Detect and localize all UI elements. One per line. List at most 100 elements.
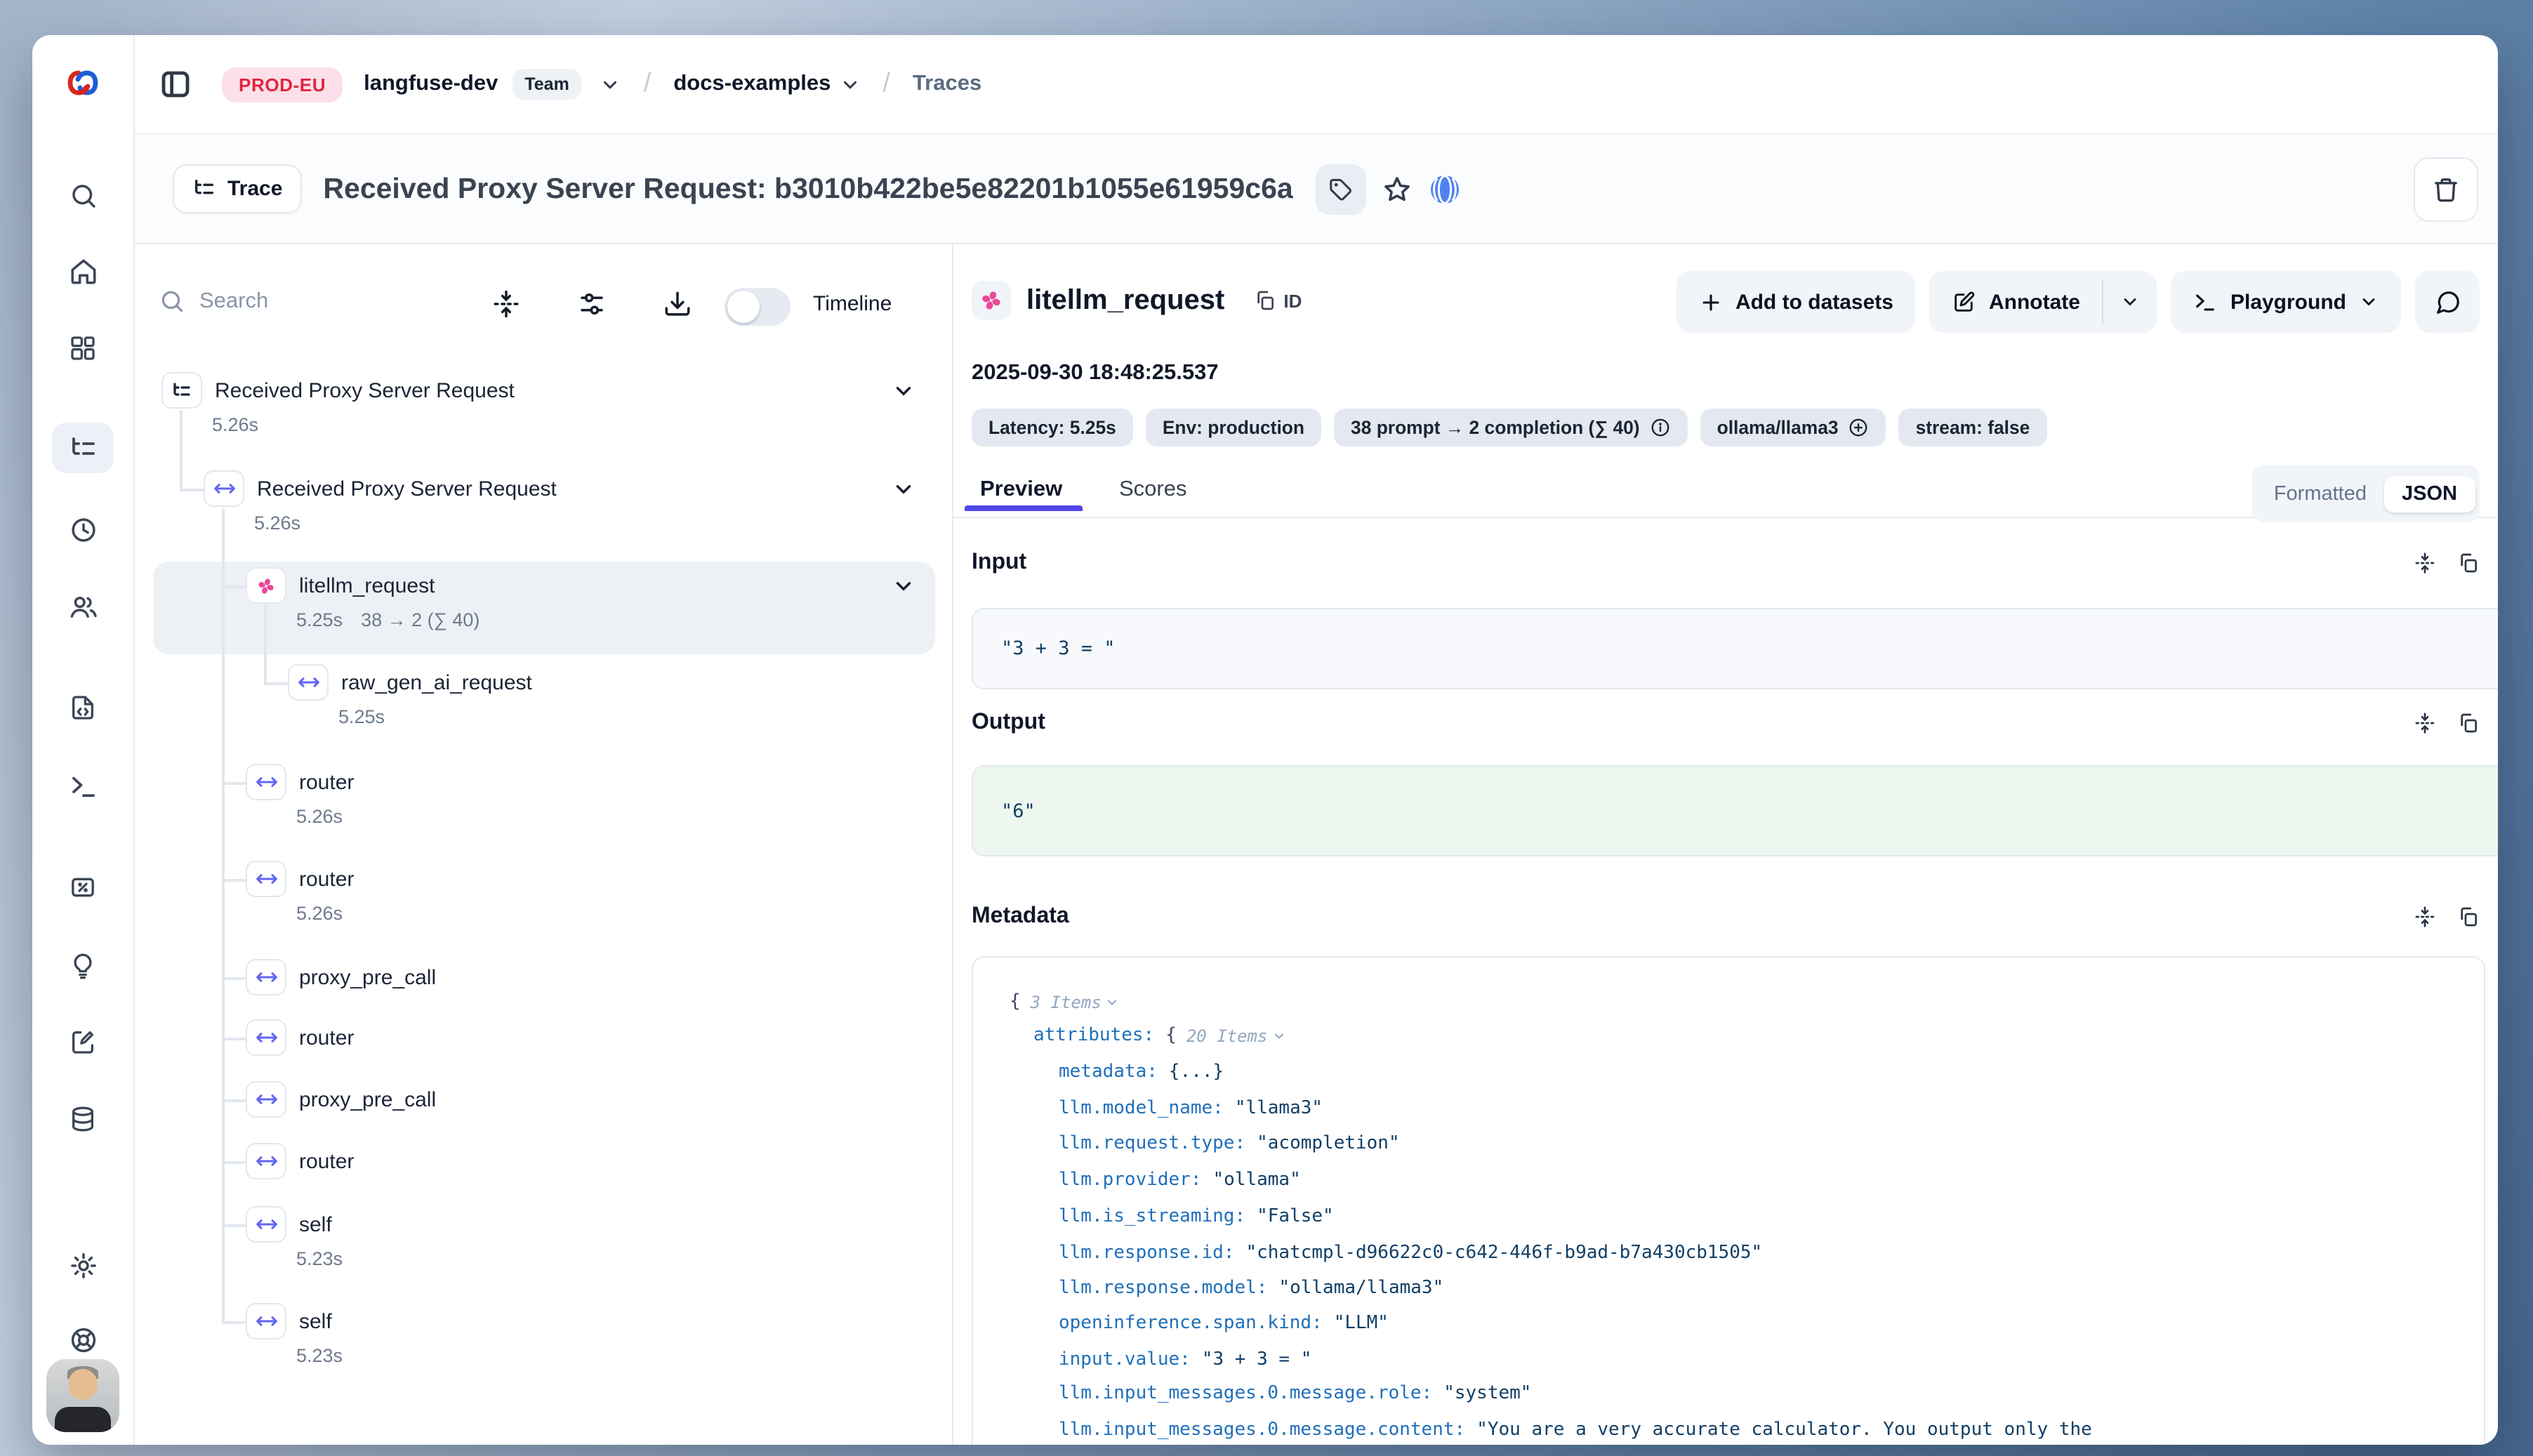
- format-option-json[interactable]: JSON: [2383, 475, 2475, 512]
- tree-settings-button[interactable]: [577, 289, 607, 319]
- sidebar-item-playground[interactable]: [52, 761, 114, 812]
- format-option-formatted[interactable]: Formatted: [2257, 482, 2383, 505]
- metadata-json-line: llm.response.id:"chatcmpl-d96622c0-c642-…: [1010, 1243, 1762, 1264]
- search-icon: [68, 180, 98, 210]
- star-button[interactable]: [1382, 173, 1413, 204]
- tree-row-collapse-chevron[interactable]: [892, 574, 915, 598]
- tree-guide-elbow: [222, 977, 246, 979]
- project-chevron-down-icon[interactable]: [839, 74, 860, 95]
- tree-row-received-proxy-server-request[interactable]: Received Proxy Server Request: [204, 470, 557, 507]
- json-items-expander[interactable]: 20 Items: [1186, 1026, 1286, 1045]
- tree-row-litellm-request[interactable]: litellm_request: [246, 567, 435, 604]
- json-key: metadata:: [1059, 1061, 1158, 1083]
- sidebar-item-users[interactable]: [52, 581, 114, 632]
- add-to-datasets-button[interactable]: Add to datasets: [1676, 271, 1916, 333]
- tree-row-received-proxy-server-request[interactable]: Received Proxy Server Request: [161, 372, 515, 409]
- tree-row-router[interactable]: router: [246, 764, 354, 800]
- user-avatar[interactable]: [46, 1359, 119, 1432]
- span-icon-box: [246, 1019, 286, 1056]
- span-move-horizontal-icon: [255, 771, 277, 793]
- sidebar-item-settings[interactable]: [52, 1240, 114, 1290]
- copy-icon[interactable]: [2457, 712, 2480, 734]
- tree-row-collapse-chevron[interactable]: [892, 379, 915, 403]
- breadcrumb: PROD-EU langfuse-dev Team / docs-example…: [135, 35, 2498, 135]
- delete-trace-button[interactable]: [2414, 157, 2478, 221]
- environment-badge[interactable]: PROD-EU: [222, 67, 343, 102]
- tag-button[interactable]: [1316, 164, 1366, 214]
- tree-row-collapse-chevron[interactable]: [892, 477, 915, 501]
- terminal-icon: [2194, 290, 2218, 314]
- tree-row-tokens: 38 → 2 (∑ 40): [361, 609, 480, 630]
- download-button[interactable]: [663, 289, 692, 319]
- organization-name[interactable]: langfuse-dev: [364, 72, 498, 97]
- sidebar-item-evaluation[interactable]: [52, 941, 114, 991]
- sidebar-item-dashboard[interactable]: [52, 323, 114, 373]
- tree-row-duration: 5.26s: [212, 414, 258, 435]
- tree-row-self[interactable]: self: [246, 1206, 332, 1243]
- copy-icon[interactable]: [2457, 906, 2480, 928]
- fold-vertical-icon[interactable]: [2414, 712, 2436, 734]
- tree-row-router[interactable]: router: [246, 861, 354, 897]
- annotate-button[interactable]: Annotate: [1930, 271, 2103, 333]
- tree-guide-elbow: [222, 879, 246, 881]
- metadata-json-line: openinference.span.kind:"LLM": [1010, 1313, 1389, 1334]
- json-value: "system": [1443, 1383, 1531, 1404]
- metadata-json-line: llm.model_name:"llama3": [1010, 1098, 1323, 1119]
- chevron-down-icon: [2359, 292, 2379, 312]
- tree-row-proxy-pre-call[interactable]: proxy_pre_call: [246, 959, 436, 995]
- tree-row-label: router: [299, 1149, 354, 1173]
- output-value: "6": [1001, 800, 1036, 822]
- sidebar-item-sessions[interactable]: [52, 504, 114, 555]
- tree-row-router[interactable]: router: [246, 1019, 354, 1056]
- info-circle-icon[interactable]: [1650, 417, 1671, 438]
- plus-circle-icon[interactable]: [1849, 417, 1870, 438]
- public-globe-button[interactable]: [1428, 172, 1462, 206]
- trace-type-chip[interactable]: Trace: [173, 164, 302, 213]
- section-name[interactable]: Traces: [913, 72, 981, 97]
- sidebar-item-search[interactable]: [52, 170, 114, 220]
- sidebar-item-scores[interactable]: [52, 862, 114, 913]
- metadata-json-line: metadata:{...}: [1010, 1061, 1224, 1083]
- tree-row-self[interactable]: self: [246, 1303, 332, 1339]
- sidebar-item-home[interactable]: [52, 246, 114, 296]
- sidebar-item-support[interactable]: [52, 1314, 114, 1365]
- json-items-expander[interactable]: 3 Items: [1031, 992, 1120, 1012]
- span-move-horizontal-icon: [255, 1088, 277, 1111]
- sidebar-item-annotation[interactable]: [52, 1017, 114, 1067]
- sidebar-item-traces[interactable]: [52, 423, 114, 473]
- tree-guide-elbow: [222, 782, 246, 784]
- json-value: "False": [1257, 1206, 1334, 1227]
- copy-id-button[interactable]: ID: [1245, 288, 1310, 313]
- tree-row-duration: 5.23s: [296, 1345, 343, 1366]
- span-move-horizontal-icon: [255, 868, 277, 890]
- project-name[interactable]: docs-examples: [673, 72, 831, 97]
- tree-row-raw-gen-ai-request[interactable]: raw_gen_ai_request: [288, 664, 532, 701]
- collapse-all-button[interactable]: [491, 289, 521, 319]
- tree-guide-elbow: [264, 682, 288, 684]
- copy-icon[interactable]: [2457, 552, 2480, 574]
- sidebar-toggle-button[interactable]: [154, 63, 197, 105]
- knot-logo-icon: [66, 66, 100, 100]
- tree-row-proxy-pre-call[interactable]: proxy_pre_call: [246, 1081, 436, 1118]
- tree-row-label: router: [299, 770, 354, 794]
- tree-guide-elbow: [222, 1161, 246, 1163]
- sidebar-item-prompts[interactable]: [52, 682, 114, 733]
- annotate-dropdown-chevron[interactable]: [2104, 271, 2157, 333]
- tree-search-input[interactable]: Search: [199, 289, 268, 314]
- timeline-toggle[interactable]: [725, 288, 791, 326]
- tree-row-duration: 5.26s: [296, 806, 343, 827]
- tab-scores[interactable]: Scores: [1119, 477, 1187, 503]
- tree-row-router[interactable]: router: [246, 1143, 354, 1179]
- json-key: llm.provider:: [1059, 1170, 1202, 1191]
- fold-vertical-icon[interactable]: [2414, 552, 2436, 574]
- sidebar-item-datasets[interactable]: [52, 1094, 114, 1144]
- playground-button[interactable]: Playground: [2171, 271, 2401, 333]
- span-icon-box: [246, 959, 286, 995]
- span-icon-box: [246, 1143, 286, 1179]
- json-key: llm.response.id:: [1059, 1243, 1234, 1264]
- tab-preview[interactable]: Preview: [980, 477, 1062, 503]
- comments-button[interactable]: [2415, 271, 2480, 333]
- fold-vertical-icon[interactable]: [2414, 906, 2436, 928]
- span-icon-box: [246, 764, 286, 800]
- org-chevron-down-icon[interactable]: [600, 74, 621, 95]
